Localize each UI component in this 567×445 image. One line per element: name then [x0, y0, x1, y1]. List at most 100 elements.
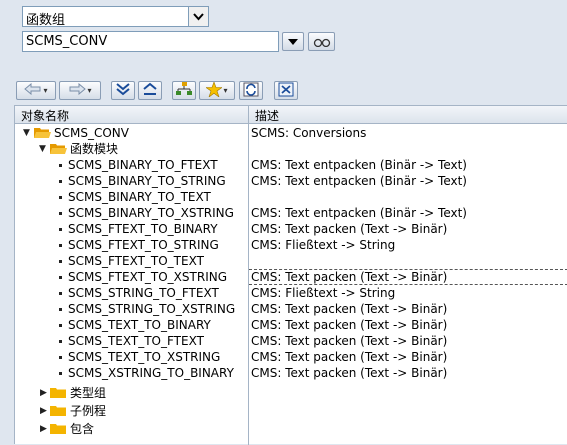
bullet-icon — [59, 164, 62, 167]
bullet-icon — [59, 308, 62, 311]
object-name-input[interactable]: SCMS_CONV — [22, 31, 279, 52]
bullet-icon — [59, 356, 62, 359]
function-name: SCMS_TEXT_TO_XSTRING — [68, 350, 221, 364]
function-row[interactable]: SCMS_BINARY_TO_FTEXT CMS: Text entpacken … — [15, 157, 567, 173]
tree-node-type-groups[interactable]: ▶ 类型组 — [15, 385, 567, 401]
close-button[interactable] — [274, 81, 298, 100]
refresh-icon — [243, 82, 259, 100]
function-row[interactable]: SCMS_BINARY_TO_STRING CMS: Text entpacken… — [15, 173, 567, 189]
function-description: CMS: Text packen (Text -> Binär) — [251, 318, 448, 332]
function-name: SCMS_FTEXT_TO_TEXT — [68, 254, 204, 268]
object-tree: 对象名称 描述 ▼ SCMS_CONV SCMS: Conversions ▼ … — [14, 105, 567, 445]
function-name: SCMS_FTEXT_TO_BINARY — [68, 222, 218, 236]
collapse-all-icon — [142, 82, 158, 99]
function-description: CMS: Text packen (Text -> Binär) — [251, 302, 448, 316]
function-row[interactable]: SCMS_TEXT_TO_BINARY CMS: Text packen (Tex… — [15, 317, 567, 333]
close-icon — [278, 82, 294, 100]
tree-node-label: 包含 — [70, 422, 95, 436]
forward-button[interactable]: ▾ — [59, 81, 101, 100]
open-folder-icon — [50, 143, 67, 155]
expand-toggle-icon[interactable]: ▼ — [23, 125, 30, 141]
object-type-select[interactable]: 函数组 — [22, 6, 209, 28]
bullet-icon — [59, 196, 62, 199]
function-row[interactable]: SCMS_TEXT_TO_FTEXT CMS: Text packen (Text… — [15, 333, 567, 349]
function-description: CMS: Fließtext -> String — [251, 238, 396, 252]
function-row[interactable]: SCMS_STRING_TO_XSTRING CMS: Text packen (… — [15, 301, 567, 317]
forward-arrow-icon — [68, 82, 87, 98]
function-name: SCMS_BINARY_TO_STRING — [68, 174, 226, 188]
function-name: SCMS_FTEXT_TO_STRING — [68, 238, 219, 252]
chevron-down-icon[interactable] — [188, 7, 208, 26]
function-description: CMS: Text packen (Text -> Binär) — [251, 270, 448, 284]
function-row[interactable]: SCMS_XSTRING_TO_BINARY CMS: Text packen (… — [15, 365, 567, 381]
function-name: SCMS_BINARY_TO_TEXT — [68, 190, 211, 204]
tree-node-label: 函数模块 — [70, 142, 119, 156]
bullet-icon — [59, 340, 62, 343]
expand-toggle-icon[interactable]: ▼ — [39, 141, 46, 157]
hierarchy-button[interactable] — [172, 81, 196, 100]
function-row[interactable]: SCMS_FTEXT_TO_TEXT — [15, 253, 567, 269]
function-name: SCMS_BINARY_TO_FTEXT — [68, 158, 218, 172]
tree-node-label: 类型组 — [70, 386, 107, 400]
function-description: CMS: Text entpacken (Binär -> Text) — [251, 206, 467, 220]
folder-icon — [50, 387, 67, 399]
object-type-value: 函数组 — [26, 13, 66, 28]
tree-node-root[interactable]: ▼ SCMS_CONV SCMS: Conversions — [15, 125, 567, 141]
expand-toggle-icon[interactable]: ▶ — [40, 385, 47, 401]
expand-toggle-icon[interactable]: ▶ — [40, 421, 47, 437]
favorite-star-icon — [205, 80, 224, 100]
function-row[interactable]: SCMS_TEXT_TO_XSTRING CMS: Text packen (Te… — [15, 349, 567, 365]
function-name: SCMS_FTEXT_TO_XSTRING — [68, 270, 228, 284]
tree-node-description: SCMS: Conversions — [251, 126, 367, 140]
bullet-icon — [59, 212, 62, 215]
function-name: SCMS_TEXT_TO_BINARY — [68, 318, 211, 332]
hierarchy-icon — [176, 82, 192, 99]
function-description: CMS: Text packen (Text -> Binär) — [251, 222, 448, 236]
function-name: SCMS_STRING_TO_FTEXT — [68, 286, 219, 300]
column-header-description[interactable]: 描述 — [255, 107, 279, 124]
expand-all-icon — [115, 82, 131, 99]
back-arrow-icon — [24, 82, 42, 98]
refresh-button[interactable] — [239, 81, 263, 100]
function-name: SCMS_BINARY_TO_XSTRING — [68, 206, 234, 220]
dropdown-button[interactable] — [282, 32, 304, 51]
collapse-all-button[interactable] — [138, 81, 162, 100]
tree-node-label: 子例程 — [70, 404, 107, 418]
function-row[interactable]: SCMS_STRING_TO_FTEXT CMS: Fließtext -> St… — [15, 285, 567, 301]
folder-icon — [50, 405, 67, 417]
folder-icon — [50, 423, 67, 435]
function-name: SCMS_TEXT_TO_FTEXT — [68, 334, 204, 348]
bullet-icon — [59, 276, 62, 279]
expand-all-button[interactable] — [111, 81, 135, 100]
tree-node-subroutines[interactable]: ▶ 子例程 — [15, 403, 567, 419]
function-description: CMS: Text entpacken (Binär -> Text) — [251, 174, 467, 188]
bullet-icon — [59, 180, 62, 183]
bullet-icon — [59, 292, 62, 295]
favorites-button[interactable]: ▾ — [199, 80, 235, 100]
function-row-selected[interactable]: SCMS_FTEXT_TO_XSTRING CMS: Text packen (… — [15, 269, 567, 285]
tree-node-function-modules[interactable]: ▼ 函数模块 — [15, 141, 567, 157]
function-row[interactable]: SCMS_BINARY_TO_TEXT — [15, 189, 567, 205]
function-row[interactable]: SCMS_BINARY_TO_XSTRING CMS: Text entpacke… — [15, 205, 567, 221]
bullet-icon — [59, 260, 62, 263]
expand-toggle-icon[interactable]: ▶ — [40, 403, 47, 419]
function-description: CMS: Text packen (Text -> Binär) — [251, 334, 448, 348]
function-description: CMS: Text packen (Text -> Binär) — [251, 350, 448, 364]
function-description: CMS: Text entpacken (Binär -> Text) — [251, 158, 467, 172]
column-header-object-name[interactable]: 对象名称 — [21, 107, 69, 124]
function-row[interactable]: SCMS_FTEXT_TO_STRING CMS: Fließtext -> St… — [15, 237, 567, 253]
bullet-icon — [59, 372, 62, 375]
function-row[interactable]: SCMS_FTEXT_TO_BINARY CMS: Text packen (Te… — [15, 221, 567, 237]
function-description: CMS: Text packen (Text -> Binär) — [251, 366, 448, 380]
bullet-icon — [59, 244, 62, 247]
object-name-value: SCMS_CONV — [26, 34, 108, 49]
display-glasses-icon[interactable] — [308, 32, 335, 51]
tree-node-label: SCMS_CONV — [54, 126, 129, 140]
back-button[interactable]: ▾ — [16, 81, 56, 100]
function-name: SCMS_STRING_TO_XSTRING — [68, 302, 236, 316]
function-description: CMS: Fließtext -> String — [251, 286, 396, 300]
tree-node-includes[interactable]: ▶ 包含 — [15, 421, 567, 437]
bullet-icon — [59, 324, 62, 327]
tree-header: 对象名称 描述 — [15, 106, 567, 124]
bullet-icon — [59, 228, 62, 231]
